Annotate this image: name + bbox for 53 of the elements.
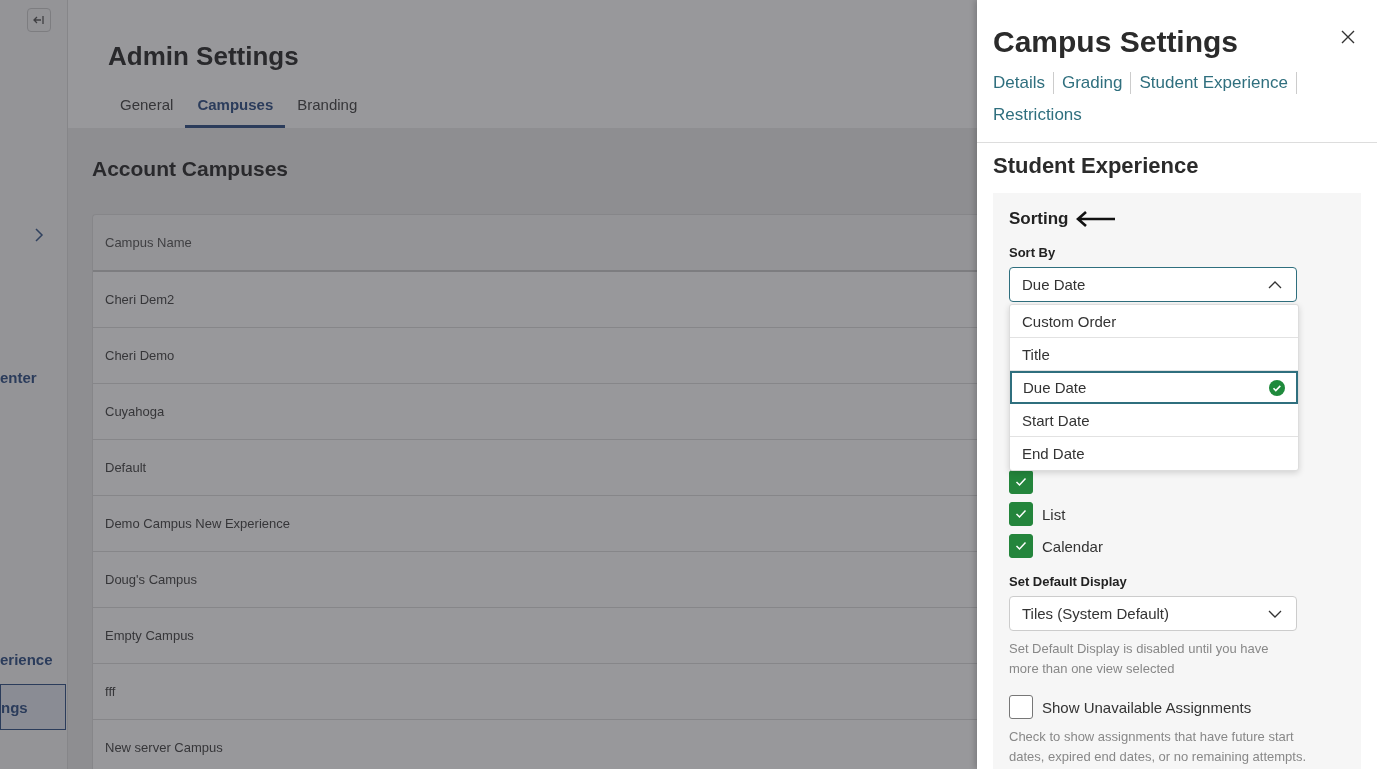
- checkbox[interactable]: [1009, 502, 1033, 526]
- section-title: Account Campuses: [92, 156, 289, 182]
- sort-by-select[interactable]: Due Date: [1009, 267, 1297, 302]
- section-link[interactable]: Details: [993, 72, 1054, 94]
- table-cell[interactable]: Cheri Dem2: [93, 272, 977, 328]
- checkbox[interactable]: [1009, 534, 1033, 558]
- chevron-down-icon: [1268, 609, 1282, 618]
- section-link[interactable]: Restrictions: [993, 104, 1090, 126]
- arrow-left-icon: [1074, 209, 1117, 229]
- dropdown-option[interactable]: Due Date: [1010, 371, 1298, 404]
- section-heading: Student Experience: [993, 152, 1200, 180]
- checkbox-label: Show Unavailable Assignments: [1042, 698, 1252, 716]
- tab[interactable]: Campuses: [185, 86, 286, 128]
- tab[interactable]: General: [108, 86, 186, 128]
- collapse-sidebar-button[interactable]: [27, 8, 51, 32]
- page-title: Admin Settings: [108, 40, 299, 72]
- checkbox[interactable]: [1009, 695, 1033, 719]
- chevron-up-icon: [1268, 280, 1282, 289]
- tab[interactable]: Branding: [285, 86, 370, 128]
- checkbox-label: Calendar: [1042, 537, 1103, 555]
- field-label: Set Default Display: [1009, 574, 1128, 589]
- table-cell[interactable]: Cuyahoga: [93, 384, 977, 440]
- group-title: Sorting: [1009, 209, 1069, 229]
- sidebar-item[interactable]: erience: [0, 651, 53, 668]
- table-cell[interactable]: Empty Campus: [93, 608, 977, 664]
- section-link[interactable]: Grading: [1061, 72, 1132, 94]
- table-cell[interactable]: New server Campus: [93, 720, 977, 769]
- check-icon: [1015, 477, 1027, 487]
- checkbox[interactable]: [1009, 470, 1033, 494]
- table-cell[interactable]: Default: [93, 440, 977, 496]
- check-circle-icon: [1269, 379, 1285, 396]
- dropdown-option[interactable]: End Date: [1010, 437, 1298, 470]
- checkbox-label: List: [1042, 505, 1066, 523]
- table-cell[interactable]: Cheri Demo: [93, 328, 977, 384]
- check-icon: [1015, 509, 1027, 519]
- panel-title: Campus Settings: [993, 24, 1239, 60]
- collapse-icon: [33, 15, 45, 25]
- section-link[interactable]: Student Experience: [1139, 72, 1297, 94]
- dropdown-option[interactable]: Custom Order: [1010, 305, 1298, 338]
- field-label: Sort By: [1009, 245, 1057, 260]
- help-text: Set Default Display is disabled until you have more than one view selected: [1009, 640, 1270, 678]
- sidebar-item[interactable]: ngs: [0, 684, 66, 730]
- dropdown-option[interactable]: Start Date: [1010, 404, 1298, 437]
- default-display-select[interactable]: Tiles (System Default): [1009, 596, 1297, 631]
- table-cell[interactable]: Demo Campus New Experience: [93, 496, 977, 552]
- table-cell[interactable]: fff: [93, 664, 977, 720]
- sidebar-item[interactable]: enter: [0, 369, 37, 386]
- check-icon: [1015, 541, 1027, 551]
- close-icon[interactable]: [1341, 30, 1355, 44]
- chevron-right-icon[interactable]: [34, 227, 44, 243]
- table-cell[interactable]: Doug's Campus: [93, 552, 977, 608]
- help-text: Check to show assignments that have future start dates, expired end dates, or no remaining attempts.: [1009, 728, 1307, 766]
- dropdown-option[interactable]: Title: [1010, 338, 1298, 371]
